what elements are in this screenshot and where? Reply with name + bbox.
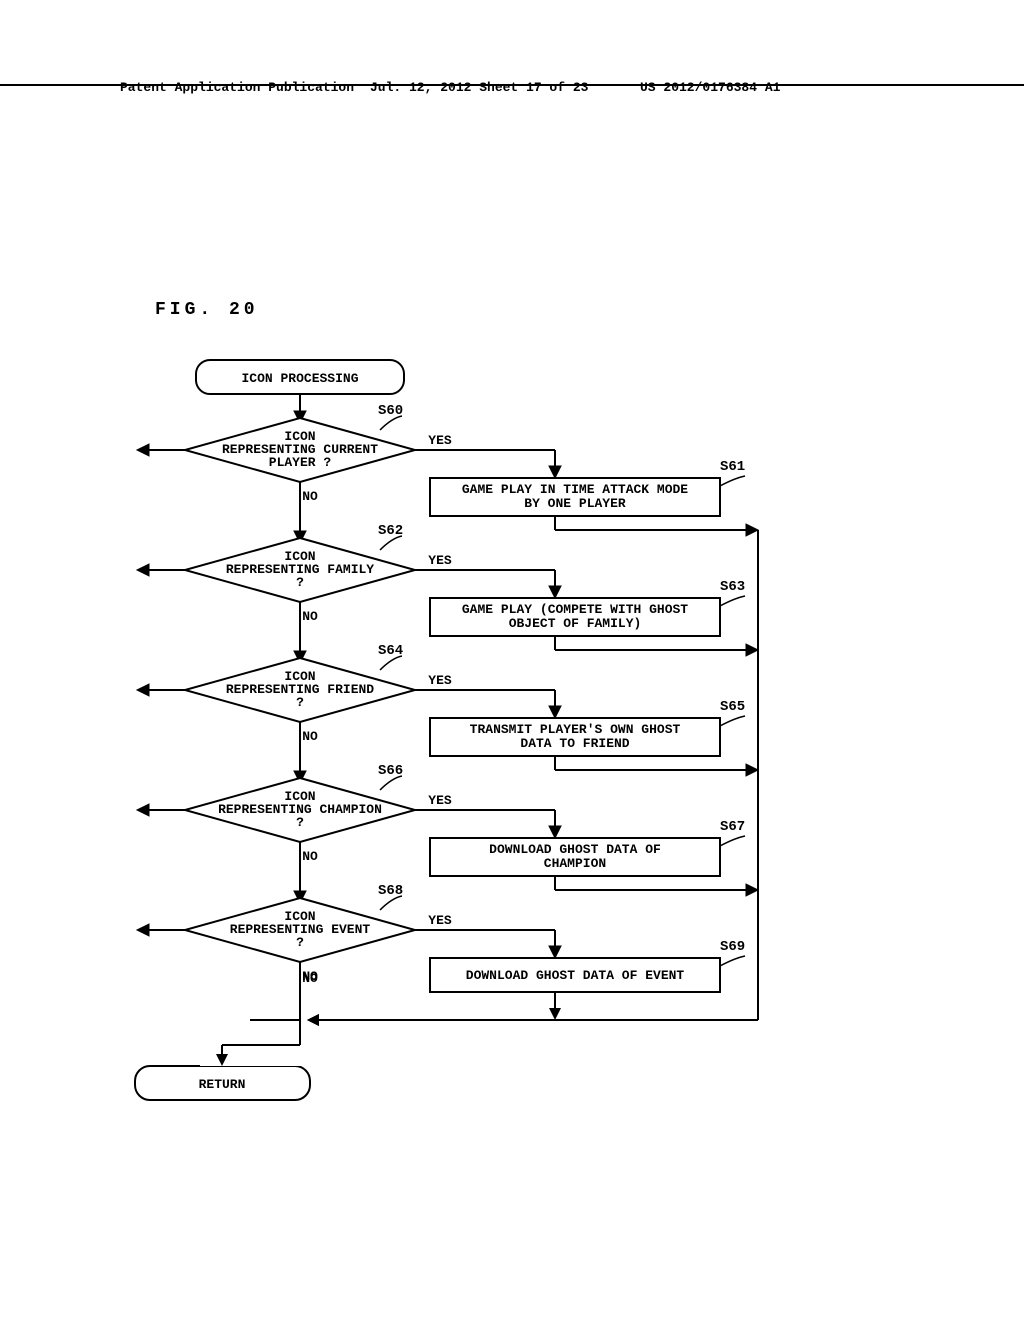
svg-text:NO: NO [302, 971, 318, 986]
svg-text:RETURN: RETURN [199, 1077, 246, 1092]
return-region: NO RETURN RETURN NO [0, 0, 1024, 1320]
